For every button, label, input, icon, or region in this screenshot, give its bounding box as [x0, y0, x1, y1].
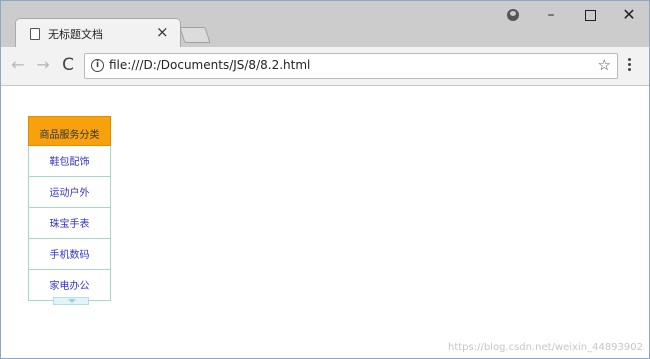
maximize-icon: [584, 10, 596, 21]
expand-arrow-button[interactable]: [53, 297, 89, 305]
menu-item-shoes-bags[interactable]: 鞋包配饰: [28, 146, 111, 177]
profile-icon[interactable]: [507, 9, 519, 21]
info-icon[interactable]: i: [91, 59, 104, 72]
new-tab-button[interactable]: [179, 27, 211, 43]
menu-header: 商品服务分类: [28, 116, 111, 146]
browser-window: 无标题文档 × – ✕ ← → C i file:///D:/Documents…: [0, 0, 650, 359]
back-button[interactable]: ←: [9, 56, 27, 74]
url-text[interactable]: file:///D:/Documents/JS/8/8.2.html: [109, 58, 310, 72]
tab-close-icon[interactable]: ×: [156, 23, 169, 41]
maximize-button[interactable]: [580, 5, 600, 27]
menu-item-jewelry-watches[interactable]: 珠宝手表: [28, 208, 111, 239]
close-window-button[interactable]: ✕: [619, 5, 639, 25]
watermark: https://blog.csdn.net/weixin_44893902: [447, 342, 643, 353]
browser-toolbar: ← → C i file:///D:/Documents/JS/8/8.2.ht…: [1, 47, 649, 86]
tab-title: 无标题文档: [48, 28, 103, 41]
address-bar[interactable]: i file:///D:/Documents/JS/8/8.2.html ☆: [84, 53, 618, 79]
category-menu: 商品服务分类 鞋包配饰 运动户外 珠宝手表 手机数码 家电办公: [28, 116, 111, 301]
page-icon: [30, 28, 40, 40]
forward-button[interactable]: →: [34, 56, 52, 74]
page-content: 商品服务分类 鞋包配饰 运动户外 珠宝手表 手机数码 家电办公 https://…: [1, 86, 649, 358]
bookmark-star-icon[interactable]: ☆: [598, 56, 611, 74]
browser-tab[interactable]: 无标题文档 ×: [15, 18, 181, 48]
menu-item-phones-digital[interactable]: 手机数码: [28, 239, 111, 270]
reload-button[interactable]: C: [59, 56, 77, 74]
tab-strip: 无标题文档 × – ✕: [1, 1, 649, 48]
minimize-button[interactable]: –: [541, 5, 561, 25]
menu-item-sports-outdoor[interactable]: 运动户外: [28, 177, 111, 208]
browser-menu-icon[interactable]: [624, 56, 634, 74]
